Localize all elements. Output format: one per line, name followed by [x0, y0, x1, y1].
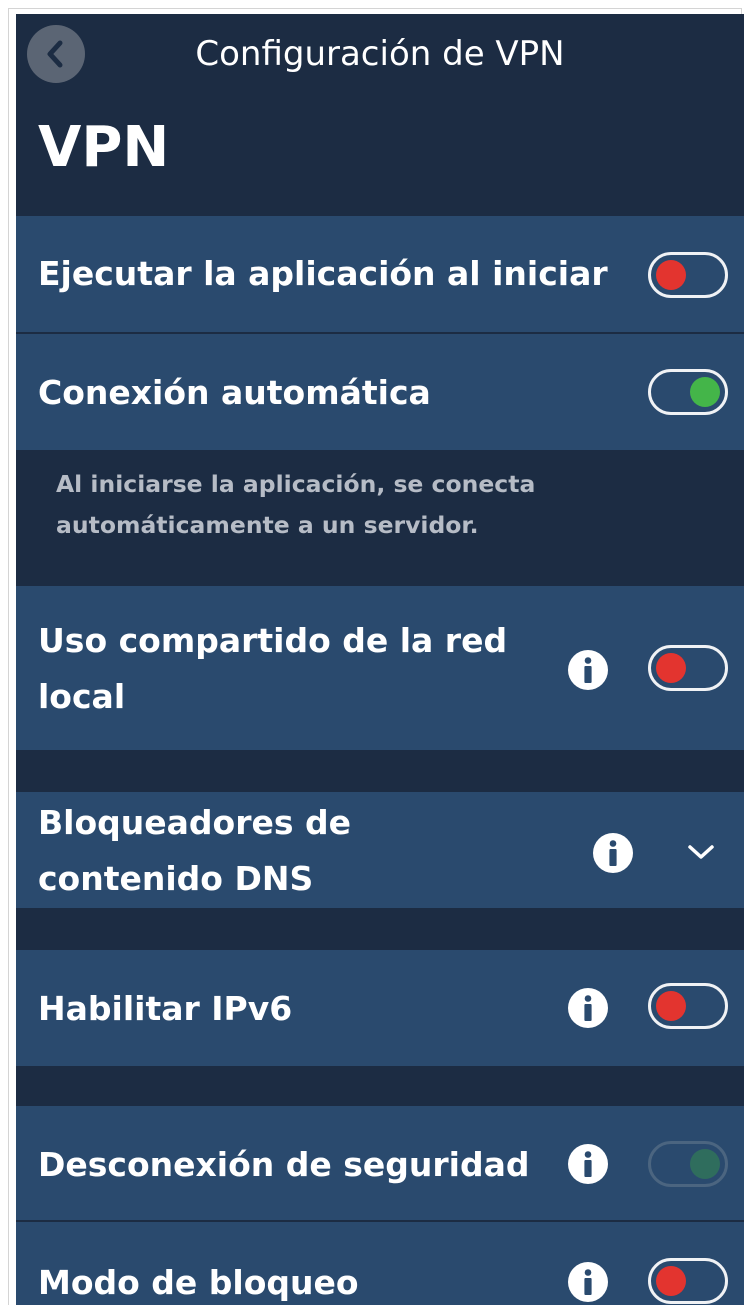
- setting-label-line1: Uso compartido de la red: [38, 621, 508, 660]
- vpn-settings-screen: Configuración de VPN VPN Ejecutar la apl…: [16, 14, 744, 1305]
- local-network-sharing-toggle[interactable]: [648, 645, 728, 691]
- setting-label-launch-on-start: Ejecutar la aplicación al iniciar: [38, 254, 608, 293]
- setting-row-auto-connect: Conexión automática: [16, 334, 744, 450]
- info-glyph: [609, 840, 617, 866]
- header-bar: Configuración de VPN: [16, 14, 744, 94]
- setting-label-line2: local: [38, 677, 126, 716]
- auto-connect-description-line1: Al iniciarse la aplicación, se conecta: [56, 470, 536, 498]
- setting-label-kill-switch: Desconexión de seguridad: [38, 1145, 530, 1184]
- info-icon[interactable]: [568, 1144, 608, 1184]
- toggle-knob: [656, 1266, 686, 1296]
- toggle-knob: [690, 377, 720, 407]
- setting-row-local-network-sharing: Uso compartido de la red local: [16, 586, 744, 750]
- toggle-knob: [690, 1149, 720, 1179]
- auto-connect-description-line2: automáticamente a un servidor.: [56, 511, 479, 539]
- lockdown-mode-toggle[interactable]: [648, 1258, 728, 1304]
- setting-row-lockdown-mode: Modo de bloqueo: [16, 1222, 744, 1305]
- setting-label-auto-connect: Conexión automática: [38, 373, 431, 412]
- setting-row-launch-on-start: Ejecutar la aplicación al iniciar: [16, 216, 744, 332]
- setting-row-ipv6: Habilitar IPv6: [16, 950, 744, 1066]
- auto-connect-toggle[interactable]: [648, 369, 728, 415]
- info-glyph: [584, 1269, 592, 1295]
- info-glyph: [584, 995, 592, 1021]
- launch-on-start-toggle[interactable]: [648, 252, 728, 298]
- setting-row-dns-blockers[interactable]: Bloqueadores de contenido DNS: [16, 792, 744, 908]
- info-glyph: [584, 1151, 592, 1177]
- setting-row-kill-switch: Desconexión de seguridad: [16, 1106, 744, 1220]
- info-icon[interactable]: [593, 833, 633, 873]
- toggle-knob: [656, 260, 686, 290]
- setting-label-ipv6: Habilitar IPv6: [38, 989, 293, 1028]
- auto-connect-description: Al iniciarse la aplicación, se conecta a…: [56, 464, 676, 546]
- header-title: Configuración de VPN: [195, 34, 565, 74]
- page-title: VPN: [38, 115, 170, 180]
- info-icon[interactable]: [568, 1262, 608, 1302]
- setting-label-line1: Bloqueadores de: [38, 803, 351, 842]
- setting-label-local-network-sharing: Uso compartido de la red local: [38, 613, 507, 725]
- setting-label-line2: contenido DNS: [38, 859, 314, 898]
- setting-label-lockdown-mode: Modo de bloqueo: [38, 1263, 359, 1302]
- info-glyph: [584, 657, 592, 683]
- toggle-knob: [656, 653, 686, 683]
- setting-label-dns-blockers: Bloqueadores de contenido DNS: [38, 795, 351, 907]
- info-icon[interactable]: [568, 650, 608, 690]
- kill-switch-toggle[interactable]: [648, 1141, 728, 1187]
- chevron-down-icon[interactable]: [686, 843, 716, 861]
- info-icon[interactable]: [568, 988, 608, 1028]
- ipv6-toggle[interactable]: [648, 983, 728, 1029]
- toggle-knob: [656, 991, 686, 1021]
